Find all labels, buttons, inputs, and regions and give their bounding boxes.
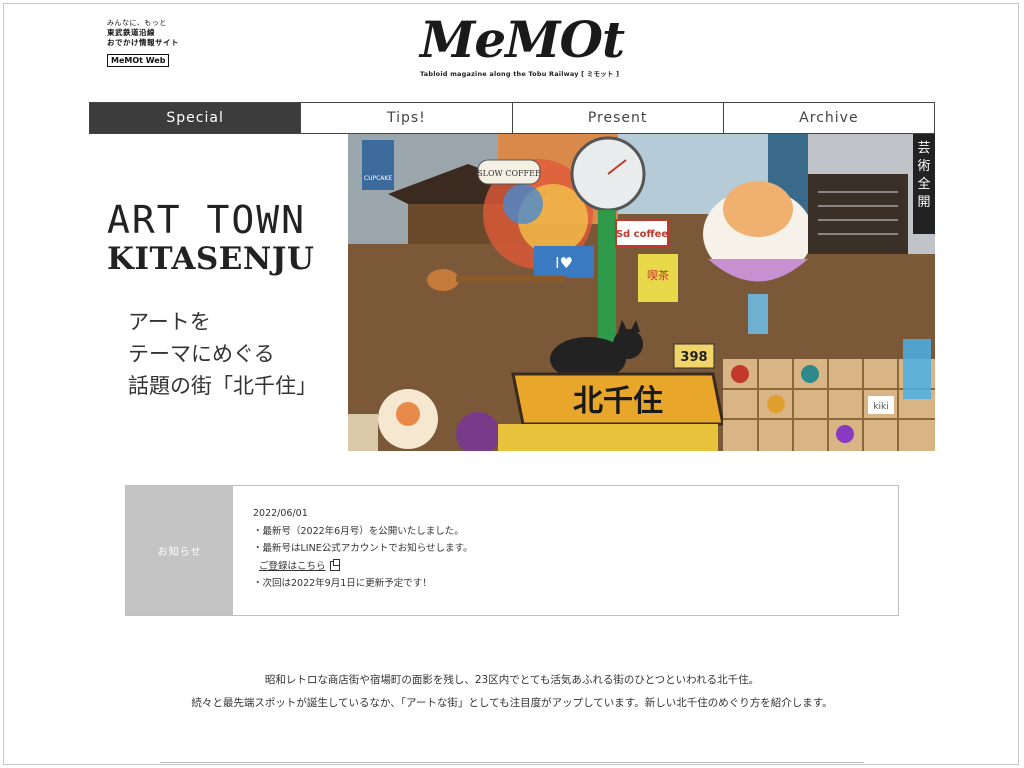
hero-title: ART TOWN KITASENJU xyxy=(107,200,337,276)
intro-text: 昭和レトロな商店街や宿場町の面影を残し、23区内でとても活気あふれる街のひとつと… xyxy=(100,669,924,715)
notice-line-2: ・最新号はLINE公式アカウントでお知らせします。 xyxy=(253,543,473,554)
notice-body: 2022/06/01 ・最新号（2022年6月号）を公開いたしました。 ・最新号… xyxy=(233,486,473,615)
site-logo[interactable]: MeMOt Tabloid magazine along the Tobu Ra… xyxy=(420,10,625,79)
memot-web-link[interactable]: MeMOt Web xyxy=(107,54,170,67)
logo-tagline: Tabloid magazine along the Tobu Railway … xyxy=(420,70,620,78)
hero-copy: アートを テーマにめぐる 話題の街「北千住」 xyxy=(128,306,317,402)
notice-box: お知らせ 2022/06/01 ・最新号（2022年6月号）を公開いたしました。… xyxy=(125,485,899,616)
brand-tagline-1: みんなに、もっと xyxy=(107,19,167,27)
line-register-link[interactable]: ご登録はこちら xyxy=(259,558,340,576)
collage-sign-vertical-4: 開 xyxy=(917,195,930,210)
tab-archive[interactable]: Archive xyxy=(722,103,934,133)
collage-cupcake-label: CUPCAKE xyxy=(364,175,392,182)
notice-label: お知らせ xyxy=(126,486,233,615)
hero-copy-line-3: 話題の街「北千住」 xyxy=(128,374,317,398)
notice-line-link: ご登録はこちら xyxy=(253,558,473,576)
hero-collage-image[interactable]: 芸 術 全 開 Sd coffee SLOW COFFEE CUPCAKE I♥… xyxy=(348,134,935,451)
notice-line-1: ・最新号（2022年6月号）を公開いたしました。 xyxy=(253,525,464,537)
collage-sign-vertical-1: 芸 xyxy=(917,140,930,156)
main-nav: Special Tips! Present Archive xyxy=(89,102,935,134)
brand-tagline-2: 東武鉄道沿線 xyxy=(107,28,155,37)
intro-line-1: 昭和レトロな商店街や宿場町の面影を残し、23区内でとても活気あふれる街のひとつと… xyxy=(264,674,760,686)
collage-sign-vertical-3: 全 xyxy=(917,176,930,192)
hero-copy-line-1: アートを xyxy=(128,310,211,334)
hero-copy-line-2: テーマにめぐる xyxy=(128,342,275,366)
collage-sign-vertical-2: 術 xyxy=(917,159,930,174)
collage-love-sign: I♥ xyxy=(555,254,573,272)
intro-line-2: 続々と最先端スポットが誕生しているなか、「アートな街」としても注目度がアップして… xyxy=(191,697,833,709)
collage-kitasenju-banner: 北千住 xyxy=(573,384,663,419)
divider xyxy=(160,762,864,763)
brand-tagline-3: おでかけ情報サイト xyxy=(107,38,179,47)
logo-wordmark: MeMOt xyxy=(420,10,625,69)
collage-slow-coffee-sign: SLOW COFFEE xyxy=(477,169,541,178)
hero-title-kitasenju: KITASENJU xyxy=(107,241,315,277)
collage-number-sign: 398 xyxy=(680,350,707,365)
collage-kissa-sign: 喫茶 xyxy=(647,269,669,282)
tab-special[interactable]: Special xyxy=(90,103,301,133)
tab-present[interactable]: Present xyxy=(511,103,723,133)
line-register-link-label: ご登録はこちら xyxy=(259,560,326,572)
tab-tips[interactable]: Tips! xyxy=(300,103,512,133)
external-link-icon xyxy=(329,559,340,572)
collage-coffee-sign: Sd coffee xyxy=(616,229,669,240)
collage-kiki-label: kiki xyxy=(873,402,888,412)
brand-box[interactable]: みんなに、もっと 東武鉄道沿線 おでかけ情報サイト MeMOt Web xyxy=(107,18,179,67)
notice-line-3: ・次回は2022年9月1日に更新予定です！ xyxy=(253,578,432,589)
notice-date: 2022/06/01 xyxy=(253,508,308,519)
hero-title-art-town: ART TOWN xyxy=(107,198,307,242)
